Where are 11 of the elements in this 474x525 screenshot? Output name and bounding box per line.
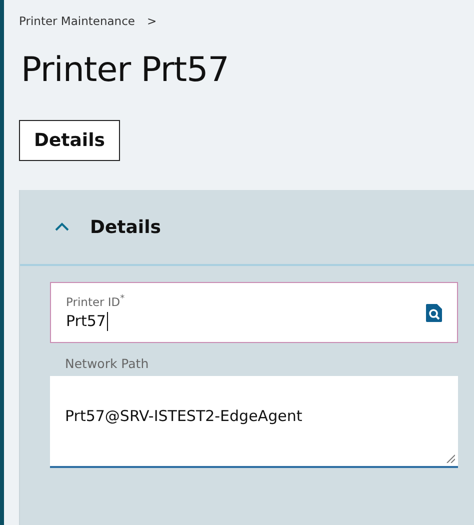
resize-grip-icon[interactable] (445, 453, 455, 463)
breadcrumb-separator: > (146, 14, 157, 28)
chevron-icon[interactable] (55, 222, 69, 232)
section-title: Details (90, 216, 161, 238)
page-title: Printer Prt57 (21, 50, 230, 90)
network-path-field[interactable]: Prt57@SRV-ISTEST2-EdgeAgent (50, 376, 458, 468)
breadcrumb-link[interactable]: Printer Maintenance (19, 14, 135, 28)
details-tab[interactable]: Details (19, 120, 120, 161)
printer-id-field[interactable]: Printer ID$^{*}$ Prt57 (50, 282, 458, 343)
search-icon[interactable] (426, 304, 442, 322)
field-label: Network Path (65, 356, 150, 371)
